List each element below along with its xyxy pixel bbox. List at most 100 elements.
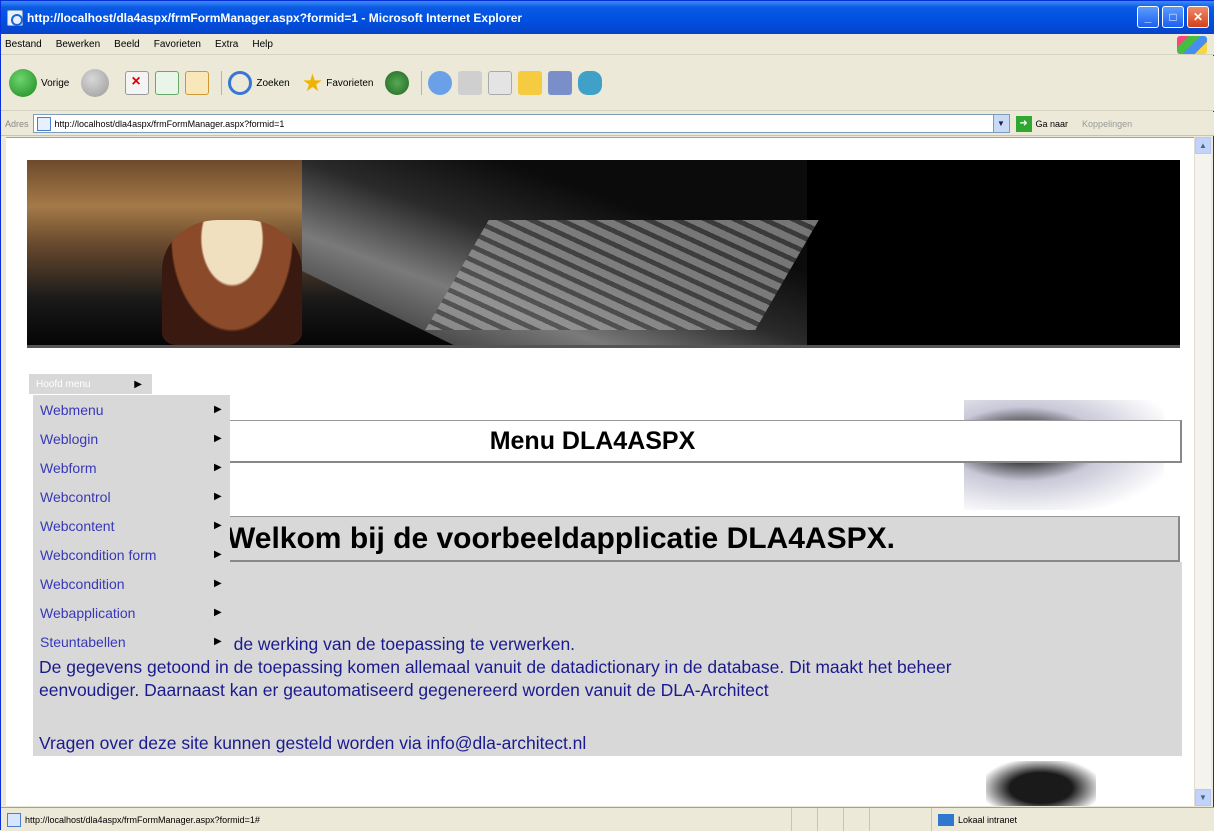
menu-item-label: Webmenu <box>40 401 104 418</box>
menu-item-label: Webcondition <box>40 575 125 592</box>
menu-item-webapplication[interactable]: Webapplication ▶ <box>33 598 230 627</box>
refresh-icon[interactable] <box>155 71 180 95</box>
menu-extra[interactable]: Extra <box>215 39 238 50</box>
windows-logo-icon <box>1177 36 1207 54</box>
edit-icon[interactable] <box>488 71 513 95</box>
title-bar: http://localhost/dla4aspx/frmFormManager… <box>1 1 1214 34</box>
scroll-down-icon[interactable]: ▼ <box>1195 789 1211 806</box>
submenu-arrow-icon: ▶ <box>214 491 222 502</box>
submenu-arrow-icon: ▶ <box>214 607 222 618</box>
page-icon <box>36 116 51 131</box>
ie-page-icon <box>7 10 23 26</box>
messenger-icon[interactable] <box>548 71 573 95</box>
menu-item-label: Steuntabellen <box>40 633 126 650</box>
menu-item-label: Webcondition form <box>40 546 157 563</box>
close-button[interactable]: ✕ <box>1187 6 1209 28</box>
stop-icon[interactable] <box>125 71 150 95</box>
decorative-photo-bottom <box>986 761 1096 806</box>
back-label: Vorige <box>41 77 70 89</box>
page-viewport: Menu DLA4ASPX Welkom bij de voorbeeldapp… <box>6 137 1197 806</box>
welcome-heading: Welkom bij de voorbeeldapplicatie DLA4AS… <box>200 516 1180 562</box>
print-icon[interactable] <box>458 71 483 95</box>
contact-line: Vragen over deze site kunnen gesteld wor… <box>39 733 587 753</box>
back-button[interactable]: Vorige <box>9 69 69 97</box>
content-line: eenvoudiger. Daarnaast kan er geautomati… <box>39 680 769 700</box>
menu-item-steuntabellen[interactable]: Steuntabellen ▶ <box>33 627 230 656</box>
search-button[interactable]: Zoeken <box>228 71 290 95</box>
main-menu-label: Hoofd menu <box>36 378 91 390</box>
status-bar: http://localhost/dla4aspx/frmFormManager… <box>1 807 1214 831</box>
toolbar-separator <box>421 71 423 95</box>
toolbar: Vorige Zoeken ★ Favorieten <box>1 56 1214 111</box>
menu-item-webcontent[interactable]: Webcontent ▶ <box>33 511 230 540</box>
submenu-arrow-icon: ▶ <box>134 378 142 390</box>
go-button[interactable]: ➜ Ga naar <box>1015 115 1069 132</box>
menu-item-label: Webcontent <box>40 517 115 534</box>
submenu-arrow-icon: ▶ <box>214 462 222 473</box>
search-label: Zoeken <box>256 77 290 89</box>
menu-bestand[interactable]: Bestand <box>5 39 42 50</box>
window-controls: _ □ ✕ <box>1137 6 1209 28</box>
history-icon[interactable] <box>385 71 410 95</box>
toolbar-separator <box>221 71 223 95</box>
submenu-arrow-icon: ▶ <box>214 404 222 415</box>
minimize-button[interactable]: _ <box>1137 6 1159 28</box>
page-icon <box>7 812 21 827</box>
forward-arrow-icon <box>81 69 110 97</box>
main-menu-tab[interactable]: Hoofd menu ▶ <box>29 374 152 394</box>
menu-help[interactable]: Help <box>252 39 273 50</box>
content-line: n de werking van de toepassing te verwer… <box>219 634 576 654</box>
status-cell <box>791 808 817 831</box>
contacts-icon[interactable] <box>578 71 603 95</box>
address-url: http://localhost/dla4aspx/frmFormManager… <box>54 118 285 129</box>
browser-window: http://localhost/dla4aspx/frmFormManager… <box>0 0 1214 831</box>
favorites-label: Favorieten <box>326 77 374 89</box>
banner-image <box>27 160 1180 348</box>
home-icon[interactable] <box>185 71 210 95</box>
menu-item-weblogin[interactable]: Weblogin ▶ <box>33 424 230 453</box>
security-zone: Lokaal intranet <box>931 808 1017 831</box>
page-title-box: Menu DLA4ASPX <box>200 420 1182 463</box>
status-cell <box>869 808 895 831</box>
go-label: Ga naar <box>1035 118 1069 129</box>
menu-item-label: Weblogin <box>40 430 99 447</box>
maximize-button[interactable]: □ <box>1162 6 1184 28</box>
status-cell <box>817 808 843 831</box>
submenu-arrow-icon: ▶ <box>214 433 222 444</box>
cup-image <box>162 220 302 345</box>
go-arrow-icon: ➜ <box>1015 115 1032 132</box>
menu-bar: Bestand Bewerken Beeld Favorieten Extra … <box>1 34 1214 55</box>
forward-button[interactable] <box>81 69 113 97</box>
keyboard-image <box>425 220 819 330</box>
address-input[interactable]: http://localhost/dla4aspx/frmFormManager… <box>32 114 1010 133</box>
menu-item-webcondition-form[interactable]: Webcondition form ▶ <box>33 540 230 569</box>
favorites-button[interactable]: ★ Favorieten <box>302 69 374 98</box>
intranet-icon <box>938 813 954 826</box>
mail-icon[interactable] <box>428 71 453 95</box>
vertical-scrollbar[interactable]: ▲ ▼ <box>1194 137 1211 806</box>
submenu-arrow-icon: ▶ <box>214 549 222 560</box>
scroll-up-icon[interactable]: ▲ <box>1195 137 1211 154</box>
chevron-down-icon[interactable]: ▼ <box>992 115 1009 132</box>
submenu-arrow-icon: ▶ <box>214 578 222 589</box>
window-title: http://localhost/dla4aspx/frmFormManager… <box>27 10 523 25</box>
menu-item-webform[interactable]: Webform ▶ <box>33 453 230 482</box>
menu-beeld[interactable]: Beeld <box>114 39 140 50</box>
menu-item-label: Webapplication <box>40 604 136 621</box>
menu-favorieten[interactable]: Favorieten <box>154 39 201 50</box>
status-cells <box>791 808 895 831</box>
address-bar: Adres http://localhost/dla4aspx/frmFormM… <box>1 112 1214 136</box>
status-cell <box>843 808 869 831</box>
links-button[interactable]: Koppelingen <box>1082 119 1132 129</box>
menu-item-webmenu[interactable]: Webmenu ▶ <box>33 395 230 424</box>
status-url: http://localhost/dla4aspx/frmFormManager… <box>25 814 260 825</box>
search-icon <box>228 71 253 95</box>
menu-item-webcontrol[interactable]: Webcontrol ▶ <box>33 482 230 511</box>
status-left: http://localhost/dla4aspx/frmFormManager… <box>1 812 791 827</box>
address-label: Adres <box>5 118 29 129</box>
menu-item-label: Webform <box>40 459 97 476</box>
folder-icon[interactable] <box>518 71 543 95</box>
main-menu-dropdown: Webmenu ▶ Weblogin ▶ Webform ▶ Webcontro… <box>33 395 230 658</box>
menu-bewerken[interactable]: Bewerken <box>56 39 100 50</box>
menu-item-webcondition[interactable]: Webcondition ▶ <box>33 569 230 598</box>
